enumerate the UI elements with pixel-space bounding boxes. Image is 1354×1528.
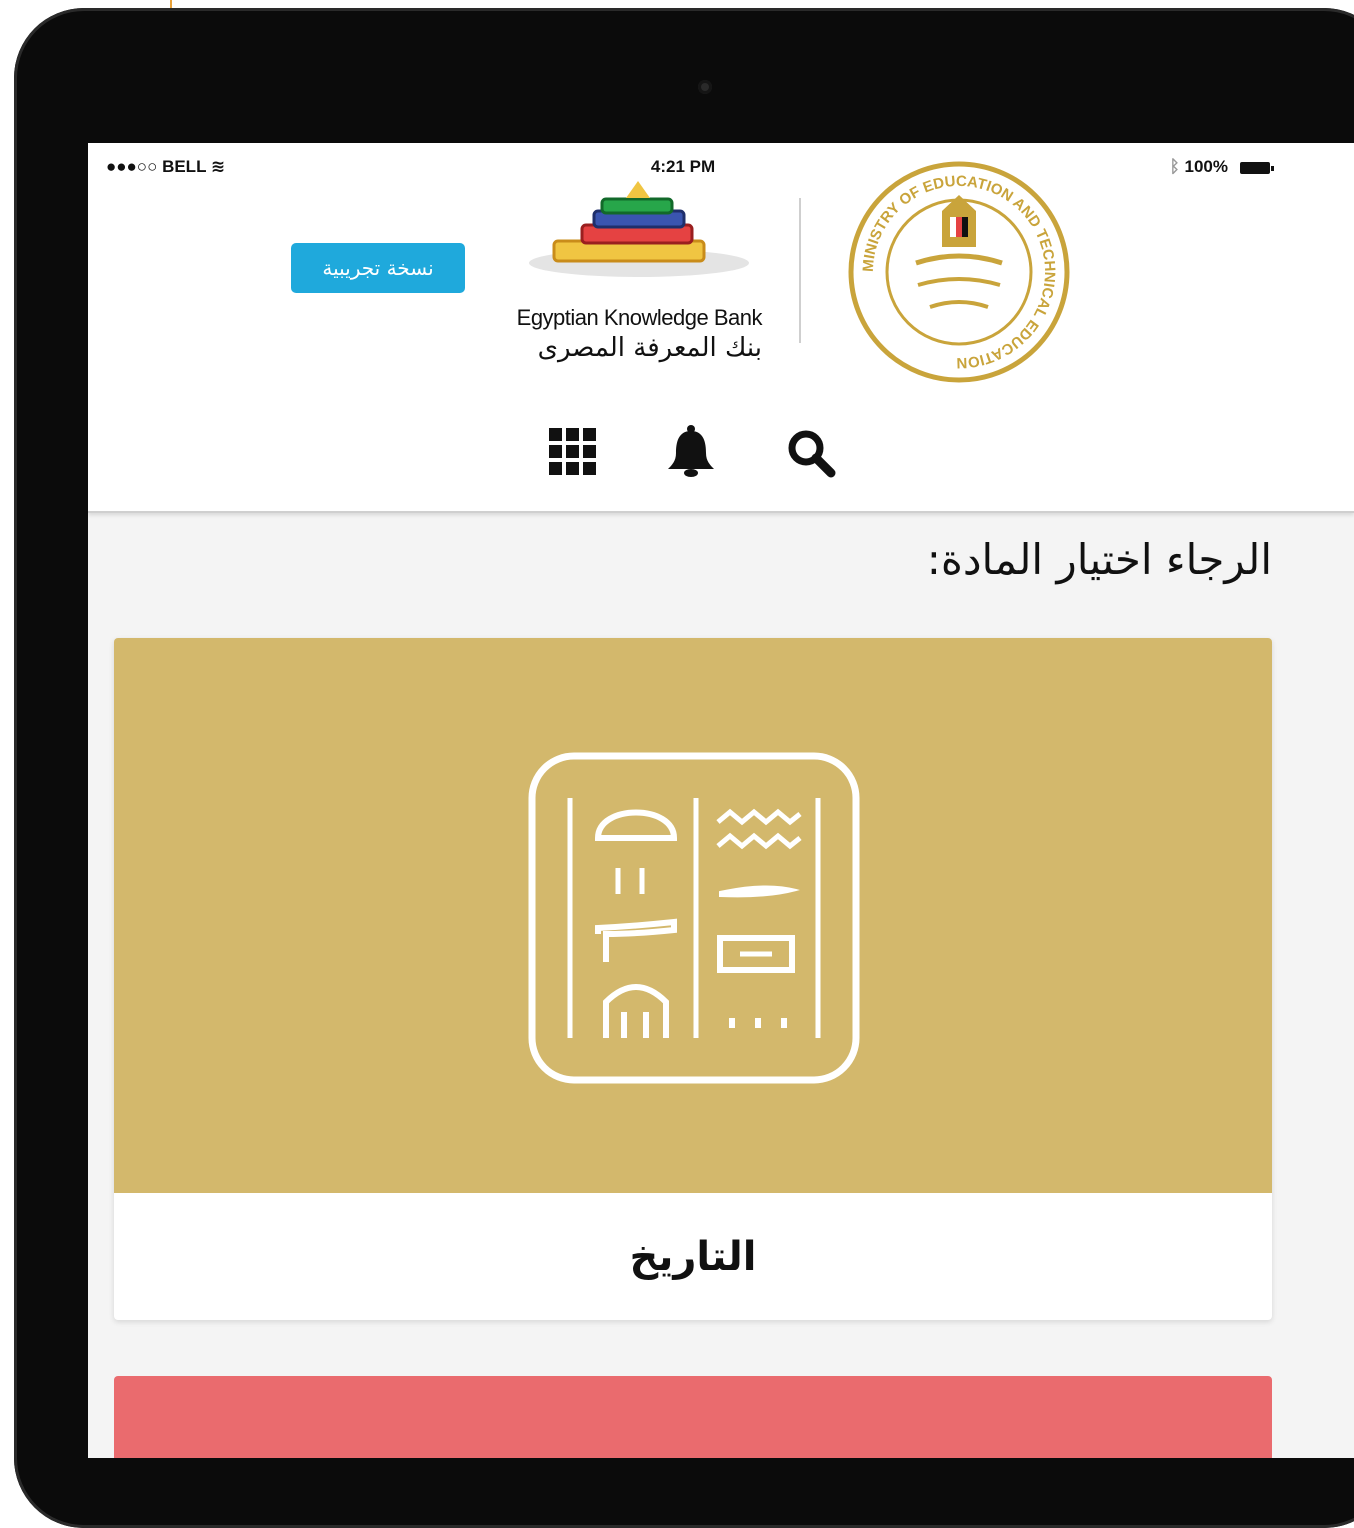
- battery-status: ᛒ 100%: [1169, 157, 1228, 176]
- hieroglyph-icon: [528, 752, 860, 1084]
- subject-card-second[interactable]: [114, 1376, 1272, 1458]
- ministry-seal-logo[interactable]: MINISTRY OF EDUCATION AND TECHNICAL EDUC…: [846, 159, 1072, 385]
- bluetooth-icon: ᛒ: [1169, 157, 1185, 176]
- app-header: ●●●○○ BELL ≋ 4:21 PM ᛒ 100% نسخة تجريبية…: [88, 143, 1354, 513]
- search-icon[interactable]: [786, 428, 836, 478]
- subject-banner: [114, 638, 1272, 1193]
- ekb-arabic-name: بنك المعرفة المصرى: [537, 333, 762, 363]
- app-screen: ●●●○○ BELL ≋ 4:21 PM ᛒ 100% نسخة تجريبية…: [88, 143, 1354, 1458]
- logo-divider: [799, 198, 801, 343]
- ekb-english-name: Egyptian Knowledge Bank: [516, 305, 763, 330]
- bell-icon[interactable]: [668, 425, 714, 477]
- trial-version-badge[interactable]: نسخة تجريبية: [291, 243, 465, 293]
- apps-grid-icon[interactable]: [549, 428, 597, 476]
- battery-icon: [1240, 162, 1274, 174]
- camera-icon: [698, 80, 712, 94]
- subject-card-history[interactable]: التاريخ: [114, 638, 1272, 1320]
- subject-label: التاريخ: [629, 1233, 757, 1280]
- page-title: الرجاء اختيار المادة:: [926, 535, 1272, 584]
